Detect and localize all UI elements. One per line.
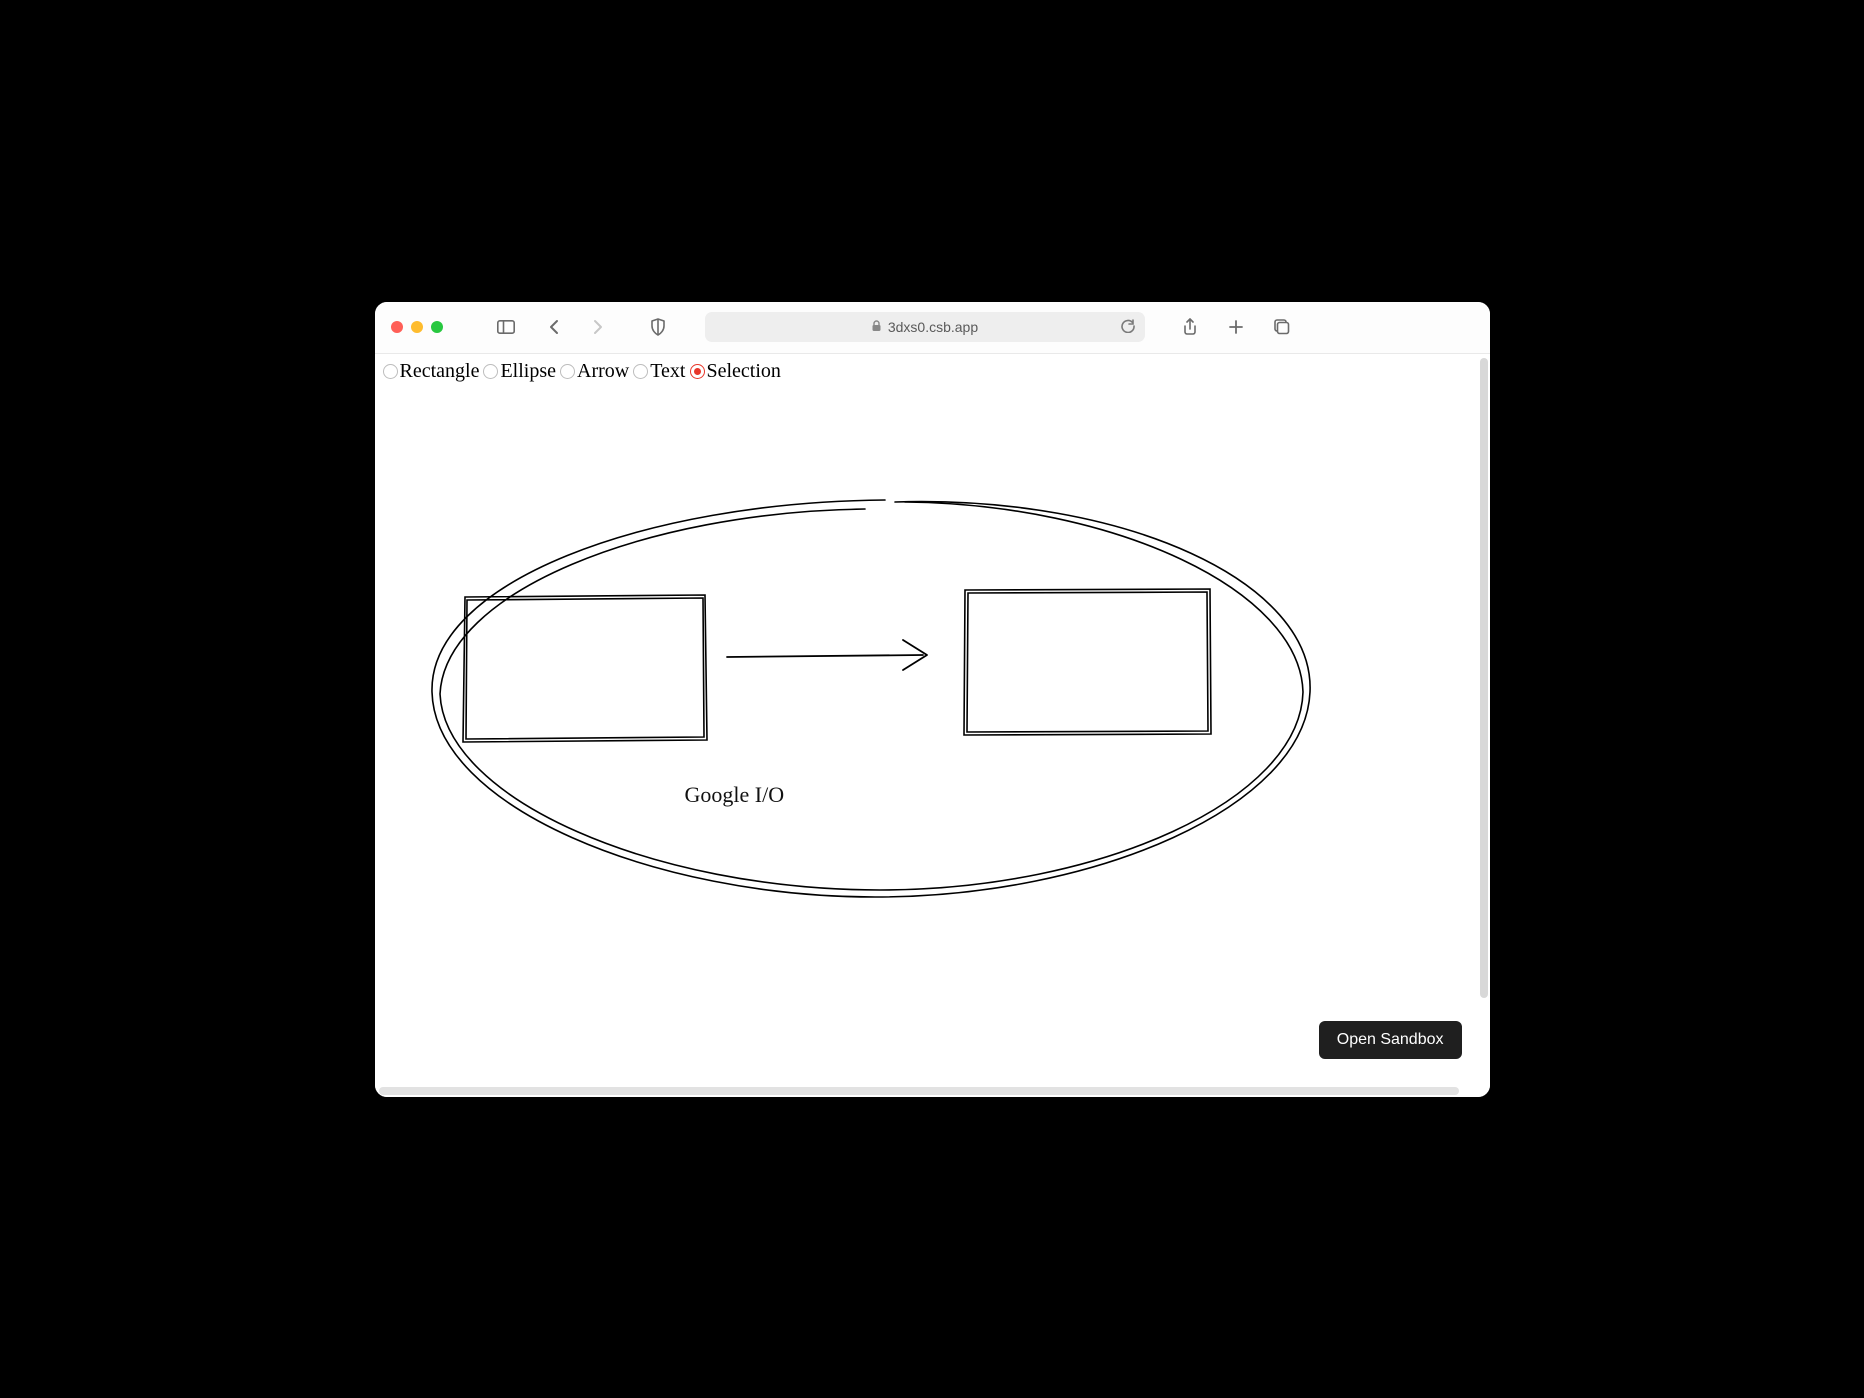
open-sandbox-label: Open Sandbox [1337, 1031, 1444, 1048]
radio-ellipse[interactable] [483, 364, 498, 379]
shield-icon[interactable] [645, 314, 671, 340]
open-sandbox-button[interactable]: Open Sandbox [1319, 1021, 1462, 1059]
forward-button[interactable] [585, 314, 611, 340]
shape-rectangle-left[interactable] [463, 595, 707, 742]
tool-label: Text [650, 360, 685, 383]
radio-text[interactable] [633, 364, 648, 379]
window-maximize-button[interactable] [431, 321, 443, 333]
radio-rectangle[interactable] [383, 364, 398, 379]
address-bar-text: 3dxs0.csb.app [888, 319, 978, 335]
tool-selection[interactable]: Selection [690, 360, 781, 383]
radio-selection[interactable] [690, 364, 705, 379]
canvas-svg [375, 392, 1375, 952]
horizontal-scrollbar[interactable] [379, 1087, 1459, 1095]
tool-text[interactable]: Text [633, 360, 685, 383]
traffic-lights [391, 321, 443, 333]
nav-arrows [541, 314, 611, 340]
sidebar-toggle-icon[interactable] [493, 314, 519, 340]
tabs-overview-icon[interactable] [1269, 314, 1295, 340]
tool-arrow[interactable]: Arrow [560, 360, 629, 383]
lock-icon [871, 319, 882, 335]
new-tab-icon[interactable] [1223, 314, 1249, 340]
drawing-canvas[interactable]: Google I/O [375, 392, 1490, 1097]
window-close-button[interactable] [391, 321, 403, 333]
shape-rectangle-right[interactable] [964, 589, 1211, 735]
tool-label: Rectangle [400, 360, 480, 383]
titlebar-right-icons [1177, 314, 1295, 340]
reload-icon[interactable] [1121, 319, 1135, 336]
radio-arrow[interactable] [560, 364, 575, 379]
shape-arrow[interactable] [727, 640, 927, 670]
browser-titlebar: 3dxs0.csb.app [375, 302, 1490, 354]
vertical-scrollbar[interactable] [1480, 358, 1488, 998]
tool-rectangle[interactable]: Rectangle [383, 360, 480, 383]
tool-toolbar: Rectangle Ellipse Arrow Text Selection [375, 354, 1490, 389]
window-minimize-button[interactable] [411, 321, 423, 333]
back-button[interactable] [541, 314, 567, 340]
shape-ellipse[interactable] [431, 500, 1309, 897]
share-icon[interactable] [1177, 314, 1203, 340]
tool-ellipse[interactable]: Ellipse [483, 360, 556, 383]
address-bar[interactable]: 3dxs0.csb.app [705, 312, 1145, 342]
browser-window: 3dxs0.csb.app [375, 302, 1490, 1097]
canvas-text-label[interactable]: Google I/O [685, 782, 785, 808]
tool-label: Selection [707, 360, 781, 383]
tool-label: Ellipse [500, 360, 556, 383]
tool-label: Arrow [577, 360, 629, 383]
page-content: Rectangle Ellipse Arrow Text Selection [375, 354, 1490, 1097]
